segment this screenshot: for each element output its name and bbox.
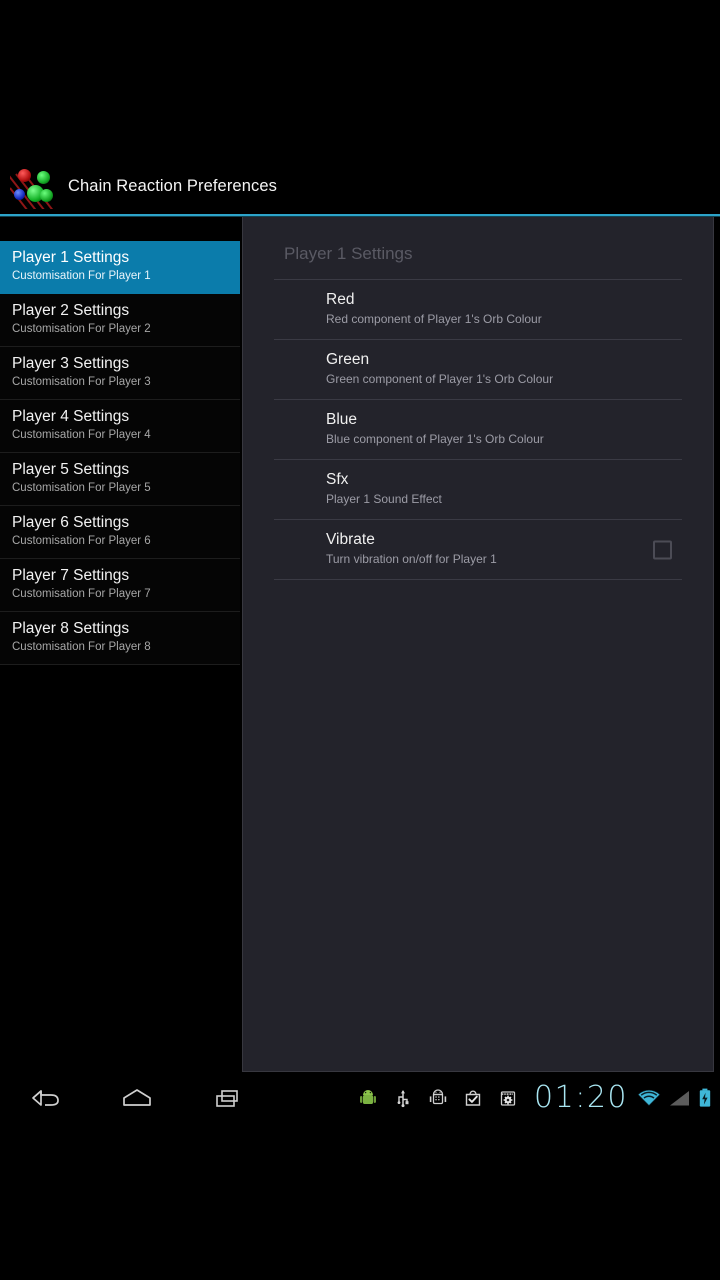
sidebar-item-player-4[interactable]: Player 4 Settings Customisation For Playe… — [0, 400, 240, 453]
sidebar-item-subtitle: Customisation For Player 3 — [12, 376, 151, 388]
connectivity-icons — [636, 1087, 712, 1109]
preference-detail-panel: Player 1 Settings Red Red component of Pl… — [242, 217, 714, 1072]
sidebar-item-player-7[interactable]: Player 7 Settings Customisation For Playe… — [0, 559, 240, 612]
android-robot-icon[interactable] — [358, 1087, 378, 1109]
preference-list: Red Red component of Player 1's Orb Colou… — [274, 279, 682, 580]
sidebar-item-title: Player 3 Settings — [12, 355, 130, 372]
sidebar-item-subtitle: Customisation For Player 1 — [12, 270, 151, 282]
preference-summary: Turn vibration on/off for Player 1 — [326, 552, 497, 566]
usb-debugging-icon[interactable] — [428, 1087, 448, 1109]
preference-row-green[interactable]: Green Green component of Player 1's Orb C… — [274, 340, 682, 400]
preference-headers-sidebar: Player 1 Settings Customisation For Playe… — [0, 217, 240, 1072]
battery-charging-icon[interactable] — [698, 1087, 712, 1109]
settings-gear-icon[interactable] — [498, 1087, 518, 1109]
sidebar-item-player-5[interactable]: Player 5 Settings Customisation For Playe… — [0, 453, 240, 506]
preference-summary: Red component of Player 1's Orb Colour — [326, 312, 542, 326]
home-icon[interactable] — [113, 1081, 161, 1115]
sidebar-item-title: Player 6 Settings — [12, 514, 130, 531]
sidebar-item-title: Player 7 Settings — [12, 567, 130, 584]
preference-title: Red — [326, 291, 355, 308]
wifi-icon[interactable] — [636, 1088, 662, 1108]
title-bar: Chain Reaction Preferences — [0, 158, 720, 215]
preference-summary: Player 1 Sound Effect — [326, 492, 442, 506]
preference-summary: Green component of Player 1's Orb Colour — [326, 372, 554, 386]
preference-row-sfx[interactable]: Sfx Player 1 Sound Effect — [274, 460, 682, 520]
preference-row-vibrate[interactable]: Vibrate Turn vibration on/off for Player … — [274, 520, 682, 580]
play-store-check-icon[interactable] — [463, 1087, 483, 1109]
sidebar-item-subtitle: Customisation For Player 2 — [12, 323, 151, 335]
sidebar-item-subtitle: Customisation For Player 6 — [12, 535, 151, 547]
preference-title: Vibrate — [326, 531, 375, 548]
sidebar-item-subtitle: Customisation For Player 8 — [12, 641, 151, 653]
chain-reaction-orbs-icon — [10, 164, 56, 209]
sidebar-item-title: Player 4 Settings — [12, 408, 130, 425]
sidebar-item-subtitle: Customisation For Player 4 — [12, 429, 151, 441]
usb-icon[interactable] — [393, 1087, 413, 1109]
window-title: Chain Reaction Preferences — [68, 177, 277, 195]
sidebar-item-player-2[interactable]: Player 2 Settings Customisation For Playe… — [0, 294, 240, 347]
preference-row-blue[interactable]: Blue Blue component of Player 1's Orb Col… — [274, 400, 682, 460]
status-clock: 01:20 — [534, 1080, 628, 1115]
sidebar-item-subtitle: Customisation For Player 7 — [12, 588, 151, 600]
sidebar-item-player-1[interactable]: Player 1 Settings Customisation For Playe… — [0, 241, 240, 294]
preference-title: Blue — [326, 411, 358, 428]
status-icon-group: 01:20 — [358, 1083, 712, 1113]
sidebar-item-player-6[interactable]: Player 6 Settings Customisation For Playe… — [0, 506, 240, 559]
screen-root: Chain Reaction Preferences Player 1 Sett… — [0, 0, 720, 1280]
recents-icon[interactable] — [204, 1081, 252, 1115]
sidebar-item-title: Player 5 Settings — [12, 461, 130, 478]
sidebar-item-subtitle: Customisation For Player 5 — [12, 482, 151, 494]
preference-summary: Blue component of Player 1's Orb Colour — [326, 432, 544, 446]
preference-title: Sfx — [326, 471, 349, 488]
sidebar-item-title: Player 1 Settings — [12, 249, 130, 266]
content-area: Player 1 Settings Customisation For Playe… — [0, 217, 720, 1072]
back-icon[interactable] — [22, 1081, 70, 1115]
sidebar-item-title: Player 2 Settings — [12, 302, 130, 319]
vibrate-checkbox[interactable] — [653, 540, 672, 559]
sidebar-item-player-8[interactable]: Player 8 Settings Customisation For Playe… — [0, 612, 240, 665]
system-navigation-bar: 01:20 — [0, 1072, 720, 1124]
nav-button-group — [0, 1081, 252, 1115]
sidebar-item-title: Player 8 Settings — [12, 620, 130, 637]
top-black-region — [0, 0, 720, 158]
panel-header-title: Player 1 Settings — [284, 244, 413, 263]
notification-icons — [358, 1087, 518, 1109]
bottom-black-region — [0, 1124, 720, 1280]
preference-row-red[interactable]: Red Red component of Player 1's Orb Colou… — [274, 280, 682, 340]
signal-bars-icon[interactable] — [668, 1088, 692, 1108]
sidebar-item-player-3[interactable]: Player 3 Settings Customisation For Playe… — [0, 347, 240, 400]
preference-title: Green — [326, 351, 370, 368]
